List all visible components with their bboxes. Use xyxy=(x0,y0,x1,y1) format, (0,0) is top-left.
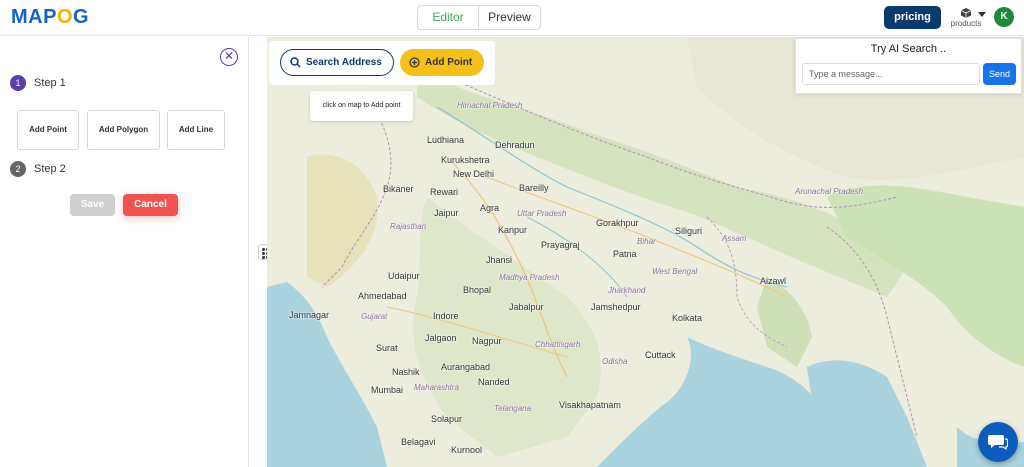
map-label-city: Mumbai xyxy=(371,385,404,395)
map-label-state: Rajasthan xyxy=(390,222,427,231)
map-label-city: Rewari xyxy=(430,187,459,197)
map-label-state: Telangana xyxy=(494,404,532,413)
map-label-city: Belagavi xyxy=(401,437,436,447)
search-address-label: Search Address xyxy=(306,57,382,68)
ai-message-input[interactable]: Type a message... xyxy=(802,63,980,85)
map-label-city: Bareilly xyxy=(519,183,549,193)
step-2: 2 Step 2 xyxy=(10,161,66,177)
map-label-city: Visakhapatnam xyxy=(559,400,621,410)
map-label-state: Jharkhand xyxy=(608,286,646,295)
map-label-state: Maharashtra xyxy=(414,383,459,392)
logo-text-o: O xyxy=(56,6,74,28)
map-toolbar: Search Address Add Point xyxy=(269,41,495,85)
chevron-down-icon xyxy=(978,12,986,17)
map-label-city: Bhopal xyxy=(463,285,492,295)
map-label-city: Gorakhpur xyxy=(596,218,639,228)
pricing-button[interactable]: pricing xyxy=(884,6,941,29)
mode-toggle: Editor Preview xyxy=(417,5,541,30)
map-label-state: Bihar xyxy=(637,237,656,246)
add-point-tooltip: click on map to Add point xyxy=(310,91,413,121)
top-bar: MAPOG Editor Preview pricing products K xyxy=(0,0,1024,36)
search-address-button[interactable]: Search Address xyxy=(280,49,394,76)
map-label-state: Assam xyxy=(722,234,747,243)
map-label-city: Jaipur xyxy=(434,208,459,218)
map-label-state: Himachal Pradesh xyxy=(457,101,523,110)
map-label-city: Jhansi xyxy=(486,255,513,265)
editor-sidebar: ✕ 1 Step 1 Add Point Add Polygon Add Lin… xyxy=(0,37,249,467)
map-label-city: Aizawl xyxy=(760,276,787,286)
map-label-state: West Bengal xyxy=(652,267,698,276)
add-point-tool-button[interactable]: Add Point xyxy=(17,110,79,150)
map-label-city: Cuttack xyxy=(645,350,676,360)
tab-preview[interactable]: Preview xyxy=(479,6,540,29)
map-label-city: Kanpur xyxy=(498,225,528,235)
map-label-city: Patna xyxy=(613,249,637,259)
map-label-city: Agra xyxy=(480,203,500,213)
products-menu[interactable]: products xyxy=(946,7,986,31)
map-label-state: Odisha xyxy=(602,357,628,366)
add-point-map-label: Add Point xyxy=(425,57,473,68)
map-label-state: Uttar Pradesh xyxy=(517,209,567,218)
save-button[interactable]: Save xyxy=(70,194,115,216)
products-label: products xyxy=(950,19,982,28)
step-1-number: 1 xyxy=(10,75,26,91)
map-label-city: Kolkata xyxy=(672,313,703,323)
map-label-city: Jabalpur xyxy=(509,302,544,312)
map-label-city: Udaipur xyxy=(388,271,420,281)
close-icon[interactable]: ✕ xyxy=(220,48,238,66)
map-label-city: Jalgaon xyxy=(425,333,457,343)
logo-text-g: G xyxy=(73,6,90,28)
plus-circle-icon xyxy=(409,57,420,68)
map-label-city: Jamshedpur xyxy=(591,302,641,312)
map-label-state: Arunachal Pradesh xyxy=(795,187,864,196)
map-label-city: Nagpur xyxy=(472,336,502,346)
step-1: 1 Step 1 xyxy=(10,75,66,91)
step-2-label: Step 2 xyxy=(34,163,66,175)
chat-button[interactable] xyxy=(978,422,1018,462)
ai-search-title: Try AI Search .. xyxy=(870,43,947,55)
map-label-city: Nashik xyxy=(392,367,420,377)
ai-send-button[interactable]: Send xyxy=(983,63,1016,85)
map-label-city: Dehradun xyxy=(495,140,535,150)
map-label-city: Bikaner xyxy=(383,184,414,194)
map-label-city: Indore xyxy=(433,311,459,321)
map-label-city: Siliguri xyxy=(675,226,703,236)
mapog-logo[interactable]: MAPOG xyxy=(11,6,89,29)
map-label-city: Ahmedabad xyxy=(358,291,407,301)
map-label-city: Nanded xyxy=(478,377,510,387)
step-1-label: Step 1 xyxy=(34,77,66,89)
search-icon xyxy=(290,57,301,68)
add-line-tool-button[interactable]: Add Line xyxy=(167,110,225,150)
map-label-city: Solapur xyxy=(431,414,463,424)
logo-text-map: MAP xyxy=(11,6,57,28)
step-2-number: 2 xyxy=(10,161,26,177)
map-label-city: Ludhiana xyxy=(427,135,465,145)
map-label-city: Jamnagar xyxy=(289,310,330,320)
add-point-map-button[interactable]: Add Point xyxy=(400,49,484,76)
map-label-city: Aurangabad xyxy=(441,362,491,372)
map-label-city: New Delhi xyxy=(453,169,495,179)
cancel-button[interactable]: Cancel xyxy=(123,194,178,216)
cube-icon xyxy=(960,8,972,18)
map-label-state: Chhattisgarh xyxy=(535,340,581,349)
user-avatar[interactable]: K xyxy=(994,7,1014,27)
chat-bubble-icon xyxy=(988,435,1008,451)
add-polygon-tool-button[interactable]: Add Polygon xyxy=(87,110,160,150)
ai-search-panel: Try AI Search .. Type a message... Send xyxy=(795,38,1022,94)
map-label-city: Kurukshetra xyxy=(441,155,490,165)
tab-editor[interactable]: Editor xyxy=(418,6,479,29)
map-label-state: Gujarat xyxy=(361,312,388,321)
map-label-city: Surat xyxy=(376,343,398,353)
map-label-state: Madhya Pradesh xyxy=(499,273,560,282)
map-label-city: Kurnool xyxy=(451,445,483,455)
map-label-city: Prayagraj xyxy=(541,240,580,250)
